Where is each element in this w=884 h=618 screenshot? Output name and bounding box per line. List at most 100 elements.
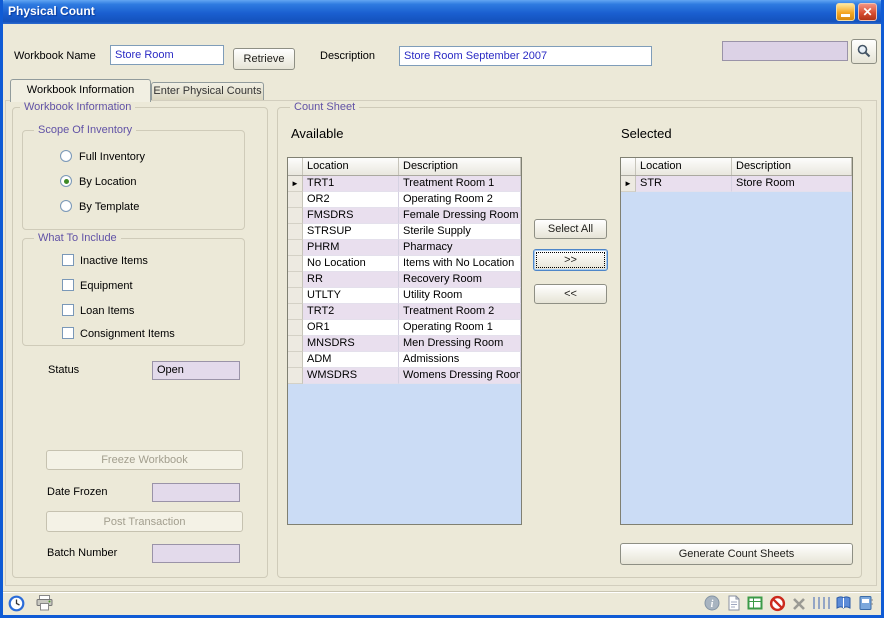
tab-workbook-information[interactable]: Workbook Information — [10, 79, 151, 102]
minimize-button[interactable] — [836, 3, 855, 21]
table-row[interactable]: FMSDRSFemale Dressing Room — [288, 208, 521, 224]
location-cell[interactable]: TRT1 — [303, 176, 399, 192]
column-header-description[interactable]: Description — [399, 158, 521, 175]
description-cell[interactable]: Operating Room 2 — [399, 192, 521, 208]
description-cell[interactable]: Admissions — [399, 352, 521, 368]
physical-count-window: Physical Count ✕ Workbook Name Retrieve … — [0, 0, 884, 618]
description-cell[interactable]: Pharmacy — [399, 240, 521, 256]
location-cell[interactable]: No Location — [303, 256, 399, 272]
description-cell[interactable]: Sterile Supply — [399, 224, 521, 240]
table-row[interactable]: OR1Operating Room 1 — [288, 320, 521, 336]
row-header-cell[interactable] — [288, 224, 303, 240]
description-cell[interactable]: Treatment Room 1 — [399, 176, 521, 192]
table-row[interactable]: MNSDRSMen Dressing Room — [288, 336, 521, 352]
location-cell[interactable]: OR1 — [303, 320, 399, 336]
description-cell[interactable]: Items with No Location — [399, 256, 521, 272]
table-row[interactable]: TRT2Treatment Room 2 — [288, 304, 521, 320]
location-cell[interactable]: MNSDRS — [303, 336, 399, 352]
tab-enter-physical-counts[interactable]: Enter Physical Counts — [151, 82, 264, 100]
row-header-column — [621, 158, 636, 175]
row-header-cell[interactable] — [288, 368, 303, 384]
book-icon[interactable] — [835, 595, 855, 613]
description-input[interactable] — [399, 46, 652, 66]
table-row[interactable]: OR2Operating Room 2 — [288, 192, 521, 208]
workbook-name-label: Workbook Name — [14, 50, 96, 62]
close-icon: ✕ — [862, 5, 872, 19]
splitter-bars-icon[interactable] — [811, 595, 831, 613]
what-to-include-legend: What To Include — [34, 232, 121, 244]
row-header-cell[interactable] — [288, 352, 303, 368]
location-cell[interactable]: PHRM — [303, 240, 399, 256]
description-cell[interactable]: Store Room — [732, 176, 852, 192]
table-row[interactable]: ►STRStore Room — [621, 176, 852, 192]
titlebar[interactable]: Physical Count ✕ — [0, 0, 884, 24]
description-cell[interactable]: Utility Room — [399, 288, 521, 304]
description-cell[interactable]: Treatment Room 2 — [399, 304, 521, 320]
close-button[interactable]: ✕ — [858, 3, 877, 21]
table-row[interactable]: UTLTYUtility Room — [288, 288, 521, 304]
location-cell[interactable]: UTLTY — [303, 288, 399, 304]
table-row[interactable]: WMSDRSWomens Dressing Room — [288, 368, 521, 384]
workbook-information-legend: Workbook Information — [20, 101, 135, 113]
location-cell[interactable]: STRSUP — [303, 224, 399, 240]
search-icon — [856, 50, 872, 62]
table-row[interactable]: No LocationItems with No Location — [288, 256, 521, 272]
column-header-description[interactable]: Description — [732, 158, 852, 175]
available-table-body: ►TRT1Treatment Room 1OR2Operating Room 2… — [288, 176, 521, 384]
column-header-location[interactable]: Location — [303, 158, 399, 175]
location-cell[interactable]: TRT2 — [303, 304, 399, 320]
printer-icon[interactable] — [36, 595, 56, 613]
row-header-cell[interactable] — [288, 256, 303, 272]
row-header-column — [288, 158, 303, 175]
workbook-name-input[interactable] — [110, 45, 224, 65]
window-title: Physical Count — [8, 4, 95, 18]
location-cell[interactable]: ADM — [303, 352, 399, 368]
info-icon[interactable]: i — [704, 595, 724, 613]
row-header-cell[interactable] — [288, 208, 303, 224]
row-header-cell[interactable] — [288, 320, 303, 336]
clock-icon[interactable] — [8, 595, 28, 613]
available-table[interactable]: Location Description ►TRT1Treatment Room… — [287, 157, 522, 525]
table-row[interactable]: STRSUPSterile Supply — [288, 224, 521, 240]
current-row-marker[interactable]: ► — [621, 176, 636, 192]
close-gray-icon[interactable] — [792, 597, 812, 615]
svg-text:i: i — [711, 599, 714, 610]
column-header-location[interactable]: Location — [636, 158, 732, 175]
document-icon[interactable] — [726, 595, 746, 613]
table-grid-icon[interactable] — [747, 595, 767, 613]
row-header-cell[interactable] — [288, 192, 303, 208]
table-row[interactable]: ADMAdmissions — [288, 352, 521, 368]
scope-of-inventory-legend: Scope Of Inventory — [34, 124, 136, 136]
lookup-field — [722, 41, 848, 61]
location-cell[interactable]: RR — [303, 272, 399, 288]
block-icon[interactable] — [769, 595, 789, 613]
description-cell[interactable]: Operating Room 1 — [399, 320, 521, 336]
location-cell[interactable]: OR2 — [303, 192, 399, 208]
table-row[interactable]: RRRecovery Room — [288, 272, 521, 288]
description-cell[interactable]: Womens Dressing Room — [399, 368, 521, 384]
description-label: Description — [320, 50, 375, 62]
row-header-cell[interactable] — [288, 240, 303, 256]
contacts-book-icon[interactable] — [858, 595, 878, 613]
row-header-cell[interactable] — [288, 288, 303, 304]
selected-table[interactable]: Location Description ►STRStore Room — [620, 157, 853, 525]
table-row[interactable]: ►TRT1Treatment Room 1 — [288, 176, 521, 192]
location-cell[interactable]: FMSDRS — [303, 208, 399, 224]
count-sheet-legend: Count Sheet — [290, 101, 359, 113]
table-row[interactable]: PHRMPharmacy — [288, 240, 521, 256]
minimize-icon — [841, 14, 850, 17]
retrieve-button[interactable]: Retrieve — [233, 48, 295, 70]
description-cell[interactable]: Men Dressing Room — [399, 336, 521, 352]
statusbar: i — [3, 591, 881, 615]
description-cell[interactable]: Female Dressing Room — [399, 208, 521, 224]
lookup-button[interactable] — [851, 39, 877, 64]
row-header-cell[interactable] — [288, 304, 303, 320]
location-cell[interactable]: WMSDRS — [303, 368, 399, 384]
selected-table-header: Location Description — [621, 158, 852, 176]
available-table-header: Location Description — [288, 158, 521, 176]
location-cell[interactable]: STR — [636, 176, 732, 192]
row-header-cell[interactable] — [288, 272, 303, 288]
row-header-cell[interactable] — [288, 336, 303, 352]
description-cell[interactable]: Recovery Room — [399, 272, 521, 288]
current-row-marker[interactable]: ► — [288, 176, 303, 192]
